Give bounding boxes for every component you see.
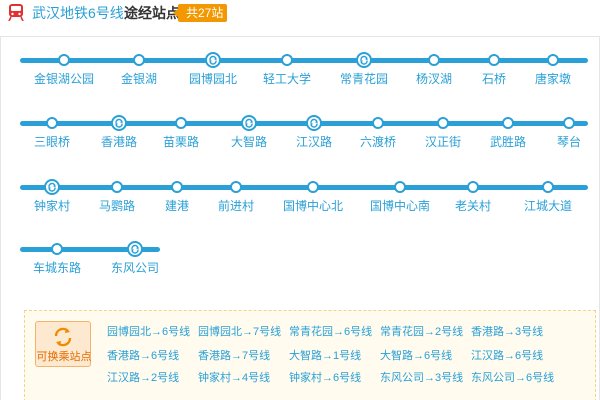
station-dot — [58, 54, 70, 66]
station-label[interactable]: 园博园北 — [173, 72, 253, 86]
transfer-line-link[interactable]: 常青花园→2号线 — [380, 325, 463, 339]
swap-arrows-icon — [54, 327, 72, 347]
station-dot — [488, 54, 500, 66]
transfer-line-link[interactable]: 钟家村→4号线 — [198, 371, 270, 385]
station-label[interactable]: 国博中心南 — [360, 199, 440, 213]
station-dot — [428, 54, 440, 66]
transfer-line-link[interactable]: 香港路→7号线 — [198, 349, 270, 363]
transfer-line-link[interactable]: 香港路→3号线 — [471, 325, 543, 339]
transfer-line-link[interactable]: 江汉路→6号线 — [471, 349, 543, 363]
station-label[interactable]: 车城东路 — [17, 261, 97, 275]
station-label[interactable]: 国博中心北 — [273, 199, 353, 213]
station-dot — [46, 117, 58, 129]
station-label[interactable]: 东风公司 — [95, 261, 175, 275]
transfer-marker-icon — [306, 115, 322, 131]
station-dot — [133, 54, 145, 66]
line-track — [20, 185, 588, 190]
transfer-line-link[interactable]: 园博园北→6号线 — [107, 325, 190, 339]
station-count-badge: 共27站 — [172, 4, 228, 22]
transfer-line-link[interactable]: 常青花园→6号线 — [289, 325, 372, 339]
transfer-marker-icon — [205, 52, 221, 68]
station-dot — [51, 243, 63, 255]
station-dot — [171, 181, 183, 193]
station-dot — [563, 117, 575, 129]
transfer-marker-icon — [127, 241, 143, 257]
transfer-line-link[interactable]: 香港路→6号线 — [107, 349, 179, 363]
transfer-marker-icon — [44, 179, 60, 195]
station-dot — [372, 117, 384, 129]
page-header: 武汉地铁6号线 途经站点 共27站 — [0, 0, 600, 26]
station-label[interactable]: 金银湖公园 — [24, 72, 104, 86]
metro-train-icon — [8, 4, 24, 21]
station-dot — [307, 181, 319, 193]
station-dot — [281, 54, 293, 66]
station-label[interactable]: 江城大道 — [508, 199, 588, 213]
line-track — [20, 58, 588, 63]
station-label[interactable]: 唐家墩 — [513, 72, 593, 86]
line-name[interactable]: 武汉地铁6号线 — [32, 4, 124, 22]
station-label[interactable]: 前进村 — [196, 199, 276, 213]
station-dot — [467, 181, 479, 193]
station-dot — [111, 181, 123, 193]
transfer-line-link[interactable]: 东风公司→3号线 — [380, 371, 463, 385]
transfer-line-link[interactable]: 大智路→1号线 — [289, 349, 361, 363]
transfer-marker-icon — [111, 115, 127, 131]
station-label[interactable]: 老关村 — [433, 199, 513, 213]
station-dot — [394, 181, 406, 193]
transfer-line-link[interactable]: 东风公司→6号线 — [471, 371, 554, 385]
transfer-button-label: 可换乘站点 — [36, 351, 92, 363]
transfer-line-link[interactable]: 江汉路→2号线 — [107, 371, 179, 385]
transfer-line-link[interactable]: 园博园北→7号线 — [198, 325, 281, 339]
station-label[interactable]: 轻工大学 — [247, 72, 327, 86]
transfer-line-link[interactable]: 大智路→6号线 — [380, 349, 452, 363]
station-dot — [175, 117, 187, 129]
station-dot — [230, 181, 242, 193]
station-dot — [502, 117, 514, 129]
station-label[interactable]: 常青花园 — [324, 72, 404, 86]
transfer-marker-icon — [356, 52, 372, 68]
station-dot — [547, 54, 559, 66]
transfer-section: 可换乘站点 园博园北→6号线 园博园北→7号线 常青花园→6号线 常青花园→2号线 香港… — [24, 310, 596, 400]
station-label[interactable]: 金银湖 — [99, 72, 179, 86]
transfer-line-link[interactable]: 钟家村→6号线 — [289, 371, 361, 385]
station-dot — [437, 117, 449, 129]
station-label[interactable]: 琴台 — [529, 135, 600, 149]
transfer-marker-icon — [241, 115, 257, 131]
route-label: 途经站点 — [124, 5, 180, 21]
transfer-stations-button[interactable]: 可换乘站点 — [35, 321, 92, 367]
station-dot — [542, 181, 554, 193]
